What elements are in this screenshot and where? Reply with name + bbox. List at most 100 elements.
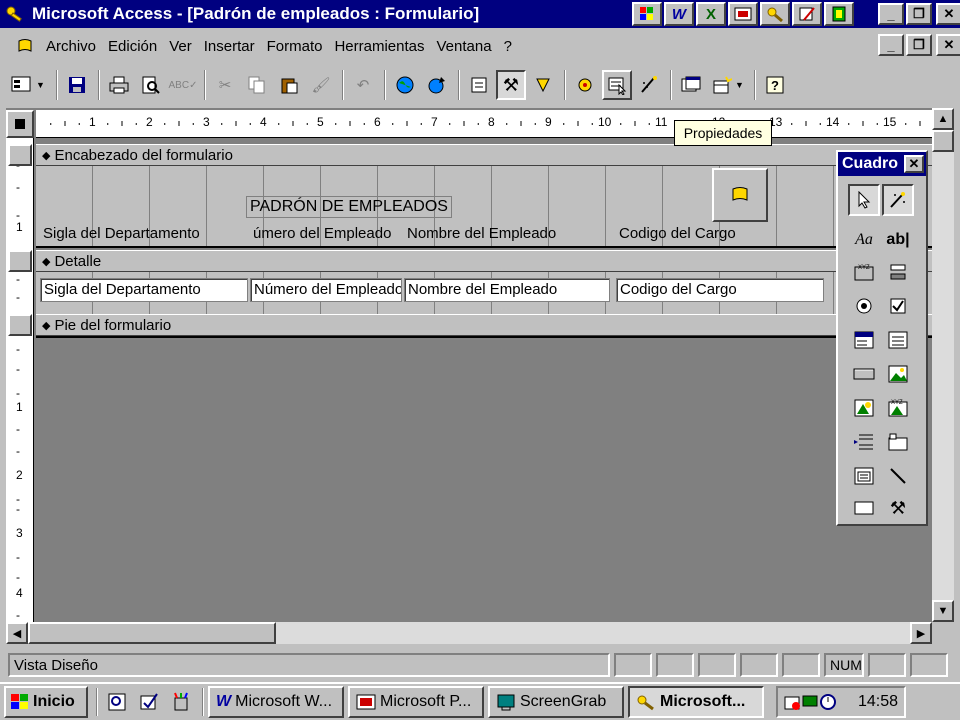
view-icon[interactable]: ▼ <box>6 70 50 100</box>
bound-object-icon[interactable]: XYZ <box>882 392 914 424</box>
menu-insertar[interactable]: Insertar <box>198 38 261 55</box>
start-button[interactable]: Inicio <box>4 686 88 718</box>
label-tool-icon[interactable]: Aa <box>848 224 880 256</box>
checkbox-icon[interactable] <box>882 290 914 322</box>
form-title-label[interactable]: PADRÓN DE EMPLEADOS <box>246 196 452 218</box>
quicklaunch-channels-icon[interactable] <box>166 687 196 717</box>
textbox-tool-icon[interactable]: ab| <box>882 224 914 256</box>
build-icon[interactable] <box>634 70 664 100</box>
menu-formato[interactable]: Formato <box>261 38 329 55</box>
format-painter-icon[interactable]: 🖌 <box>306 70 336 100</box>
detail-section-bar[interactable]: ◆ Detalle <box>36 250 932 272</box>
doc-close-button[interactable]: ✕ <box>936 34 960 56</box>
menu-ventana[interactable]: Ventana <box>431 38 498 55</box>
scroll-left-button[interactable]: ◀ <box>6 622 28 644</box>
task-screengrab[interactable]: ScreenGrab <box>488 686 624 718</box>
word-icon[interactable]: W <box>664 2 694 26</box>
option-group-icon[interactable]: XYZ <box>848 256 880 288</box>
select-objects-icon[interactable] <box>848 184 880 216</box>
header-section-bar[interactable]: ◆ Encabezado del formulario <box>36 144 932 166</box>
excel-icon[interactable]: X <box>696 2 726 26</box>
database-window-icon[interactable] <box>676 70 706 100</box>
option-button-icon[interactable] <box>848 290 880 322</box>
cut-icon[interactable]: ✂ <box>210 70 240 100</box>
footer-section-selector[interactable] <box>8 314 32 336</box>
quicklaunch-desktop-icon[interactable] <box>134 687 164 717</box>
toolbox-title-bar[interactable]: Cuadro ✕ <box>838 152 926 176</box>
footer-section-bar[interactable]: ◆ Pie del formulario <box>36 314 932 336</box>
print-icon[interactable] <box>104 70 134 100</box>
menu-help[interactable]: ? <box>498 38 518 55</box>
image-icon[interactable] <box>882 358 914 390</box>
combobox-icon[interactable] <box>848 324 880 356</box>
task-access[interactable]: Microsoft... <box>628 686 764 718</box>
field-codigo[interactable]: Codigo del Cargo <box>616 278 824 302</box>
code-icon[interactable] <box>570 70 600 100</box>
insert-hyperlink-icon[interactable] <box>422 70 452 100</box>
access-key-icon[interactable] <box>4 3 26 25</box>
horizontal-scroll-thumb[interactable] <box>28 622 276 644</box>
header-label-sigla[interactable]: Sigla del Departamento <box>40 224 248 246</box>
vertical-scroll-thumb[interactable] <box>932 130 954 152</box>
header-label-numero[interactable]: úmero del Empleado <box>250 224 402 246</box>
save-icon[interactable] <box>62 70 92 100</box>
form-doc-icon[interactable] <box>12 33 38 59</box>
task-word[interactable]: W Microsoft W... <box>208 686 344 718</box>
new-object-icon[interactable]: ▼ <box>708 70 748 100</box>
toggle-button-icon[interactable] <box>882 256 914 288</box>
unbound-object-icon[interactable] <box>848 392 880 424</box>
scroll-up-button[interactable]: ▲ <box>932 108 954 130</box>
menu-ver[interactable]: Ver <box>163 38 198 55</box>
powerpoint-icon[interactable] <box>728 2 758 26</box>
outlook-icon[interactable] <box>792 2 822 26</box>
scroll-down-button[interactable]: ▼ <box>932 600 954 622</box>
field-sigla[interactable]: Sigla del Departamento <box>40 278 248 302</box>
properties-icon[interactable] <box>602 70 632 100</box>
access-icon[interactable] <box>760 2 790 26</box>
autoformat-icon[interactable] <box>528 70 558 100</box>
close-button[interactable]: ✕ <box>936 3 960 25</box>
help-icon[interactable]: ? <box>760 70 790 100</box>
office-icon[interactable] <box>632 2 662 26</box>
tab-control-icon[interactable] <box>882 426 914 458</box>
spelling-icon[interactable]: ABC✓ <box>168 70 198 100</box>
doc-minimize-button[interactable]: _ <box>878 34 904 56</box>
undo-icon[interactable]: ↶ <box>348 70 378 100</box>
page-break-icon[interactable] <box>848 426 880 458</box>
web-toolbar-icon[interactable] <box>390 70 420 100</box>
copy-icon[interactable] <box>242 70 272 100</box>
form-selector[interactable] <box>6 110 34 138</box>
more-controls-icon[interactable]: ⚒ <box>882 492 914 524</box>
toolbox-close-button[interactable]: ✕ <box>904 155 924 173</box>
header-section-selector[interactable] <box>8 144 32 166</box>
header-label-nombre[interactable]: Nombre del Empleado <box>404 224 610 246</box>
quicklaunch-explorer-icon[interactable] <box>102 687 132 717</box>
rectangle-tool-icon[interactable] <box>848 492 880 524</box>
vertical-scrollbar[interactable]: ▲ ▼ <box>932 108 954 622</box>
line-tool-icon[interactable] <box>882 460 914 492</box>
listbox-icon[interactable] <box>882 324 914 356</box>
command-button-icon[interactable] <box>848 358 880 390</box>
toolbox-toggle-icon[interactable]: ⚒ <box>496 70 526 100</box>
field-nombre[interactable]: Nombre del Empleado <box>404 278 610 302</box>
field-list-icon[interactable] <box>464 70 494 100</box>
binder-icon[interactable] <box>824 2 854 26</box>
menu-archivo[interactable]: Archivo <box>40 38 102 55</box>
minimize-button[interactable]: _ <box>878 3 904 25</box>
detail-section-selector[interactable] <box>8 250 32 272</box>
control-wizards-icon[interactable] <box>882 184 914 216</box>
menu-edicion[interactable]: Edición <box>102 38 163 55</box>
task-powerpoint[interactable]: Microsoft P... <box>348 686 484 718</box>
restore-button[interactable]: ❐ <box>906 3 932 25</box>
form-icon-button[interactable] <box>712 168 768 222</box>
paste-icon[interactable] <box>274 70 304 100</box>
scroll-right-button[interactable]: ▶ <box>910 622 932 644</box>
doc-restore-button[interactable]: ❐ <box>906 34 932 56</box>
subform-icon[interactable] <box>848 460 880 492</box>
tray-icons[interactable] <box>784 694 836 710</box>
field-numero[interactable]: Número del Empleado <box>250 278 402 302</box>
menu-herramientas[interactable]: Herramientas <box>328 38 430 55</box>
print-preview-icon[interactable] <box>136 70 166 100</box>
header-label-codigo[interactable]: Codigo del Cargo <box>616 224 824 246</box>
horizontal-scrollbar[interactable]: ◀ ▶ <box>6 622 932 644</box>
